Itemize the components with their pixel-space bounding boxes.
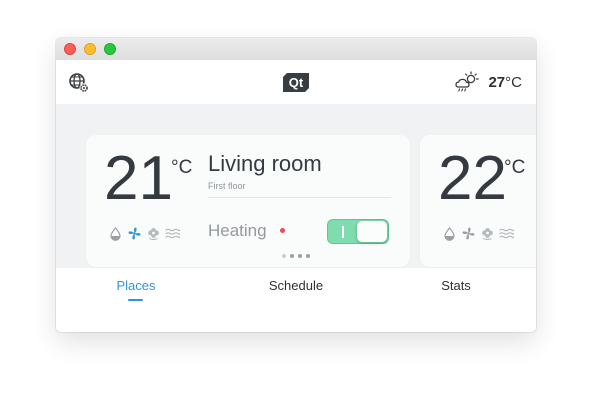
globe-settings-icon[interactable] xyxy=(68,72,90,94)
fan-icon xyxy=(462,227,475,240)
close-window-button[interactable] xyxy=(64,43,76,55)
cloudy-sun-rain-icon xyxy=(455,71,480,92)
room-card[interactable]: 22 °C xyxy=(420,135,536,267)
tab-schedule[interactable]: Schedule xyxy=(216,278,376,293)
fan-icon xyxy=(128,227,141,240)
room-temperature-unit: °C xyxy=(171,157,193,178)
room-name: Living room xyxy=(208,151,322,176)
maximize-window-button[interactable] xyxy=(104,43,116,55)
flower-icon xyxy=(148,228,159,241)
window-titlebar xyxy=(56,38,536,61)
page-dot[interactable] xyxy=(298,254,302,258)
room-card[interactable]: 21 °C Living room First floor Heating xyxy=(86,135,410,267)
room-divider xyxy=(208,197,391,198)
app-window: Qt 27°C 21 °C Living room First floor He… xyxy=(56,38,536,332)
page-dot[interactable] xyxy=(306,254,310,258)
room-floor: First floor xyxy=(208,181,246,191)
mode-label: Heating xyxy=(208,221,267,240)
flower-icon xyxy=(482,228,493,241)
bottom-navigation: Places Schedule Stats xyxy=(56,268,536,332)
waves-icon xyxy=(165,228,180,239)
active-tab-indicator xyxy=(128,299,143,301)
heating-toggle[interactable] xyxy=(327,219,389,244)
qt-logo: Qt xyxy=(283,73,309,92)
rooms-carousel[interactable]: 21 °C Living room First floor Heating 22… xyxy=(56,104,536,268)
waves-icon xyxy=(499,228,514,239)
toggle-on-mark xyxy=(342,226,344,238)
room-temperature-unit: °C xyxy=(504,157,526,178)
tab-stats[interactable]: Stats xyxy=(376,278,536,293)
drop-icon xyxy=(444,227,455,241)
room-temperature: 22 xyxy=(438,144,507,213)
drop-icon xyxy=(110,227,121,241)
minimize-window-button[interactable] xyxy=(84,43,96,55)
page-dot[interactable] xyxy=(282,254,286,258)
page-indicator[interactable] xyxy=(56,254,536,258)
outdoor-temperature: 27°C xyxy=(488,73,522,91)
page-dot-active[interactable] xyxy=(290,254,294,258)
room-status-icons xyxy=(108,226,180,241)
weather-widget: 27°C xyxy=(454,71,522,93)
tab-places[interactable]: Places xyxy=(56,278,216,293)
app-header: Qt 27°C xyxy=(56,60,536,104)
heating-status-dot xyxy=(280,228,285,233)
room-status-icons xyxy=(442,226,514,241)
toggle-knob[interactable] xyxy=(357,221,387,242)
room-temperature: 21 xyxy=(104,144,173,213)
